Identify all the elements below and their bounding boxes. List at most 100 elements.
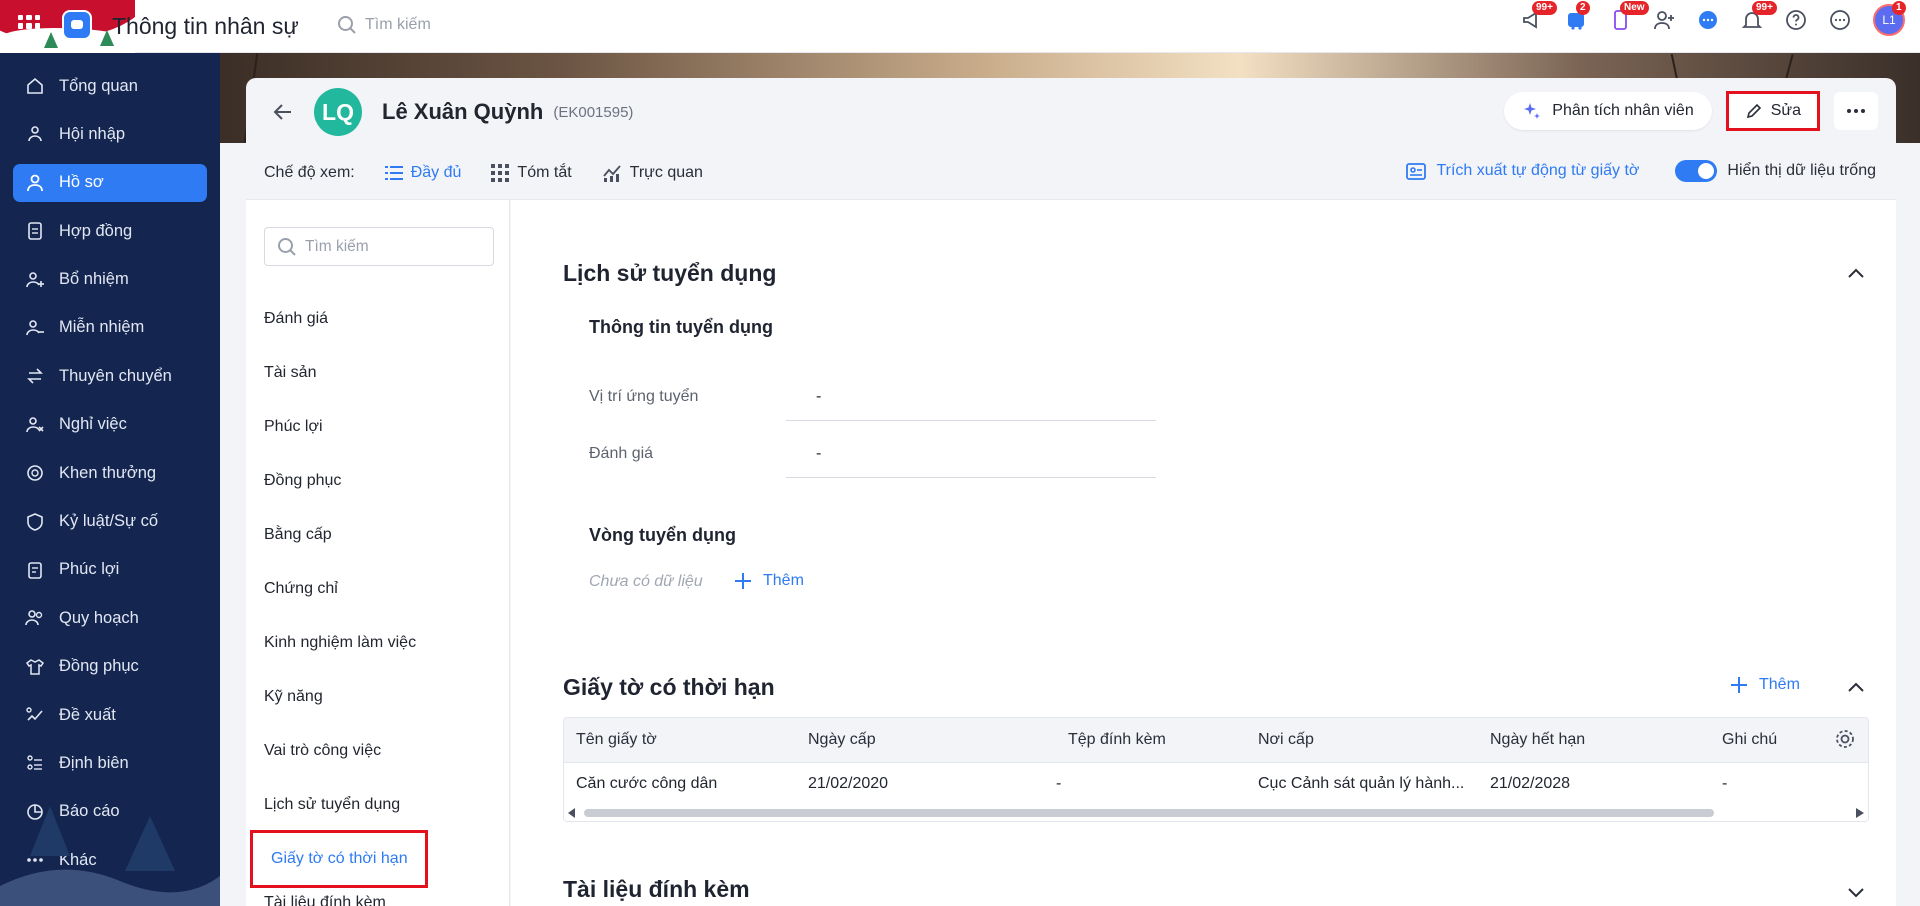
section-nav-item[interactable]: Lịch sử tuyển dụng <box>264 778 504 832</box>
column-header: Ngày hết hạn <box>1490 731 1586 748</box>
cart-icon[interactable]: 2 <box>1564 1 1590 32</box>
snow-decoration <box>0 806 220 906</box>
sidebar: Tổng quan Hội nhập Hồ sơ Hợp đồng Bổ nhiệm Mi… <box>0 53 220 906</box>
view-mode-label: Chế độ xem: <box>264 163 355 181</box>
sidebar-item-11[interactable]: Quy hoạch <box>13 599 207 637</box>
attachments-title: Tài liệu đính kèm <box>563 876 750 902</box>
chat-icon[interactable] <box>1696 8 1720 32</box>
sidebar-item-12[interactable]: Đồng phục <box>13 648 207 686</box>
section-nav-item[interactable]: Đồng phục <box>264 454 504 508</box>
gear-icon[interactable] <box>1834 728 1856 750</box>
sidebar-item-0[interactable]: Tổng quan <box>13 67 207 105</box>
pencil-icon <box>1746 103 1761 119</box>
arrow-left-icon <box>273 104 291 120</box>
show-empty-label: Hiển thị dữ liệu trống <box>1727 162 1876 179</box>
sparkle-icon <box>1524 103 1541 119</box>
avatar-badge: 1 <box>1892 1 1906 15</box>
sidebar-item-3[interactable]: Hợp đồng <box>13 212 207 250</box>
sidebar-item-2[interactable]: Hồ sơ <box>13 163 207 202</box>
shield-icon <box>27 512 43 531</box>
help-icon[interactable] <box>1784 8 1808 32</box>
section-nav-item[interactable]: Kỹ năng <box>264 670 504 724</box>
search-icon <box>338 16 356 34</box>
grid-icon <box>491 163 510 182</box>
view-visual-option[interactable]: Trực quan <box>602 164 703 182</box>
sidebar-item-7[interactable]: Nghỉ việc <box>13 406 207 444</box>
chevron-down-icon[interactable] <box>1844 880 1868 904</box>
show-empty-toggle[interactable] <box>1675 160 1718 182</box>
list-icon <box>384 165 403 180</box>
table-cell: 21/02/2028 <box>1490 775 1571 792</box>
add-doc-button[interactable]: Thêm <box>1729 675 1800 695</box>
section-nav-item[interactable]: Giấy tờ có thời hạn <box>250 830 428 888</box>
section-nav-item[interactable]: Bằng cấp <box>264 508 504 562</box>
sidebar-item-13[interactable]: Đề xuất <box>13 696 207 734</box>
chevron-up-icon[interactable] <box>1844 262 1868 286</box>
scroll-thumb[interactable] <box>584 809 1714 817</box>
analyze-employee-button[interactable]: Phân tích nhân viên <box>1504 92 1712 130</box>
recruit-round-title: Vòng tuyển dụng <box>589 525 736 545</box>
view-summary-label: Tóm tắt <box>517 163 572 181</box>
section-nav-item[interactable]: Vai trò công việc <box>264 724 504 778</box>
sidebar-item-4[interactable]: Bổ nhiệm <box>13 261 207 299</box>
view-mode-bar: Chế độ xem: Đầy đủ Tóm tắt Trực quan Trí… <box>246 146 1896 200</box>
sidebar-item-1[interactable]: Hội nhập <box>13 115 207 153</box>
user-x-icon <box>26 416 44 432</box>
add-round-label: Thêm <box>763 572 804 589</box>
sidebar-item-8[interactable]: Khen thưởng <box>13 454 207 492</box>
recruit-info-title: Thông tin tuyển dụng <box>589 317 773 337</box>
bell-icon[interactable]: 99+ <box>1740 1 1777 32</box>
sidebar-item-label: Phúc lợi <box>59 560 120 579</box>
sidebar-item-label: Định biên <box>59 753 129 772</box>
sidebar-item-label: Hồ sơ <box>59 173 104 192</box>
section-nav-item[interactable]: Tài sản <box>264 346 504 400</box>
main-content: Lịch sử tuyển dụng Thông tin tuyển dụng … <box>511 200 1896 906</box>
column-header: Tệp đính kèm <box>1068 731 1166 748</box>
sidebar-item-9[interactable]: Kỷ luật/Sự cố <box>13 503 207 541</box>
section-search-input[interactable]: Tìm kiếm <box>264 227 494 266</box>
view-full-option[interactable]: Đầy đủ <box>384 164 461 182</box>
view-summary-option[interactable]: Tóm tắt <box>491 163 572 182</box>
table-scrollbar[interactable] <box>564 805 1868 821</box>
analyze-employee-label: Phân tích nhân viên <box>1552 102 1694 119</box>
scroll-right-icon[interactable] <box>1856 808 1864 818</box>
apps-grid-icon[interactable] <box>18 15 40 37</box>
more-options-button[interactable] <box>1834 92 1878 130</box>
sidebar-item-label: Khen thưởng <box>59 463 157 482</box>
section-nav-item[interactable]: Đánh giá <box>264 292 504 346</box>
chevron-up-icon[interactable] <box>1844 676 1868 700</box>
table-cell: - <box>1722 775 1728 792</box>
sidebar-item-6[interactable]: Thuyên chuyển <box>13 357 207 395</box>
table-cell: - <box>1056 775 1062 792</box>
add-round-button[interactable]: Thêm <box>733 571 804 591</box>
sidebar-item-10[interactable]: Phúc lợi <box>13 551 207 589</box>
auto-extract-link[interactable]: Trích xuất tự động từ giấy tờ <box>1406 161 1639 181</box>
section-nav-item[interactable]: Kinh nghiệm làm việc <box>264 616 504 670</box>
home-icon <box>27 77 43 94</box>
sidebar-item-label: Nghỉ việc <box>59 415 127 434</box>
back-button[interactable] <box>270 99 296 125</box>
document-icon <box>28 222 42 240</box>
add-user-icon[interactable] <box>1652 8 1676 32</box>
section-nav-item[interactable]: Phúc lợi <box>264 400 504 454</box>
clipboard-icon <box>28 562 42 579</box>
section-nav-item[interactable]: Tài liệu đính kèm <box>264 888 504 906</box>
global-search[interactable]: Tìm kiếm <box>337 15 431 35</box>
user-avatar[interactable]: L1 1 <box>1872 1 1906 36</box>
mobile-icon[interactable]: New <box>1608 1 1649 32</box>
reward-icon <box>27 465 43 481</box>
sidebar-item-5[interactable]: Miễn nhiệm <box>13 309 207 347</box>
edit-button[interactable]: Sửa <box>1725 91 1820 131</box>
position-label: Vị trí ứng tuyển <box>589 388 699 405</box>
section-nav-item[interactable]: Chứng chỉ <box>264 562 504 616</box>
table-row[interactable]: Căn cước công dân 21/02/2020 - Cục Cảnh sát… <box>564 763 1868 805</box>
more-circle-icon[interactable] <box>1828 8 1852 32</box>
scroll-left-icon[interactable] <box>568 808 576 818</box>
auto-extract-label: Trích xuất tự động từ giấy tờ <box>1436 162 1640 179</box>
user-plus-icon <box>26 271 44 287</box>
id-card-icon <box>1406 163 1427 180</box>
mobile-badge: New <box>1620 1 1649 15</box>
megaphone-icon[interactable]: 99+ <box>1520 1 1557 32</box>
sidebar-item-label: Hợp đồng <box>59 221 133 240</box>
proposal-icon <box>26 707 43 721</box>
